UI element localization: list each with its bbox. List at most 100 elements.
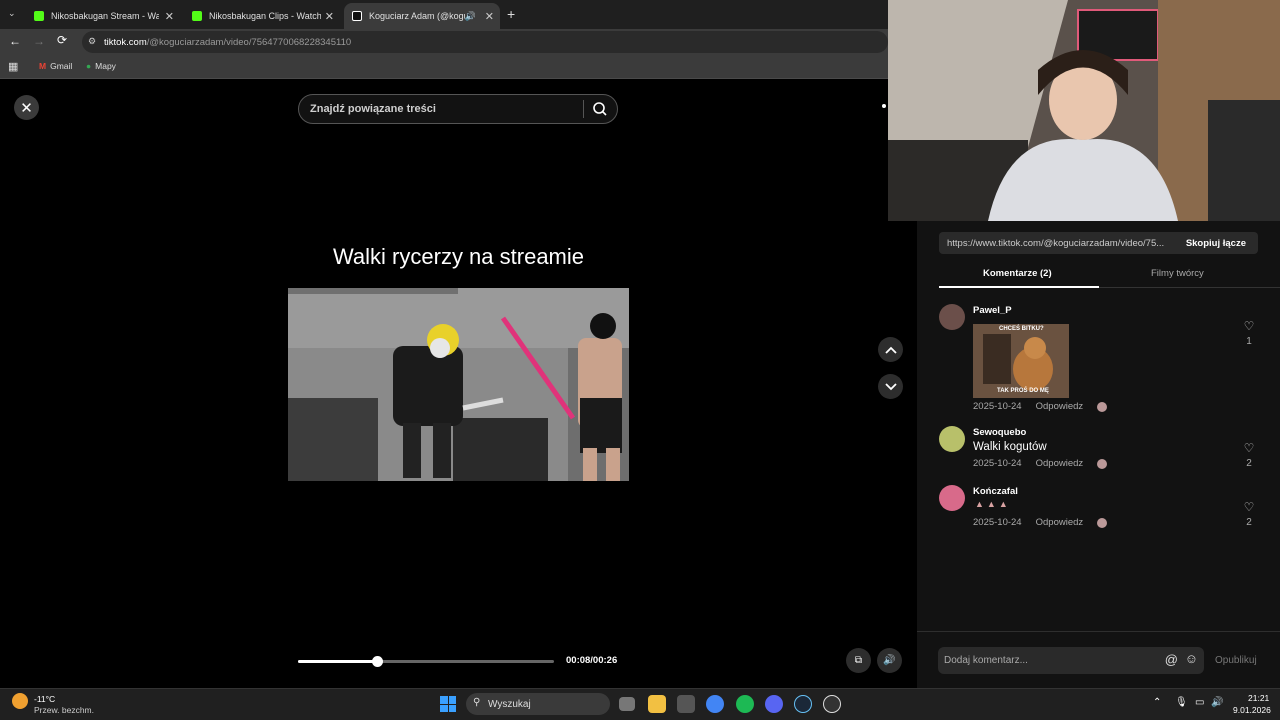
comment-bar-divider <box>917 631 1280 632</box>
webcam-scene-illustration <box>888 0 1280 221</box>
close-tab-icon[interactable]: ✕ <box>325 10 334 23</box>
comment-meta: 2025-10-24 Odpowiedz <box>973 401 1108 412</box>
copy-link-button[interactable]: Skopiuj łącze <box>1186 238 1246 249</box>
creator-avatar-icon <box>1097 517 1108 528</box>
task-view-icon[interactable] <box>619 697 635 711</box>
taskbar-search[interactable]: ⚲ Wyszukaj <box>466 693 610 715</box>
emoji-comment: ▲▲▲ <box>975 499 1011 509</box>
bookmarks-bar: ▦ M Gmail ● Mapy <box>0 55 888 79</box>
like-count: 2 <box>1246 458 1252 469</box>
gmail-icon: M <box>39 61 47 71</box>
comments-panel <box>917 221 1280 688</box>
comment-username[interactable]: Kończafal <box>973 486 1018 497</box>
tab-creator-videos[interactable]: Filmy twórcy <box>1151 268 1204 279</box>
bookmark-maps[interactable]: ● Mapy <box>86 61 116 71</box>
video-link-box: https://www.tiktok.com/@koguciarzadam/vi… <box>939 232 1258 254</box>
playback-time: 00:08/00:26 <box>566 655 618 666</box>
file-explorer-icon[interactable] <box>648 695 666 713</box>
webcam-overlay <box>888 0 1280 221</box>
search-icon: ⚲ <box>473 697 481 708</box>
video-link-text[interactable]: https://www.tiktok.com/@koguciarzadam/vi… <box>947 238 1177 249</box>
spotify-icon[interactable] <box>736 695 754 713</box>
comment-date: 2025-10-24 <box>973 517 1022 528</box>
video-frame <box>288 288 629 481</box>
video-scene-illustration <box>288 288 629 481</box>
like-count: 1 <box>1246 336 1252 347</box>
prev-video-button[interactable] <box>878 337 903 362</box>
chrome-icon[interactable] <box>706 695 724 713</box>
mention-icon[interactable]: @ <box>1165 652 1178 667</box>
clock-time[interactable]: 21:21 <box>1248 693 1269 703</box>
tab-label: Nikosbakugan Clips - Watch Liv <box>209 11 321 21</box>
reply-button[interactable]: Odpowiedz <box>1036 401 1084 412</box>
bookmark-label: Mapy <box>95 61 116 71</box>
tiktok-logo-icon <box>352 11 362 21</box>
avatar[interactable] <box>939 485 965 511</box>
avatar[interactable] <box>939 426 965 452</box>
audio-playing-icon[interactable]: 🔊 <box>465 11 476 22</box>
steam-icon[interactable] <box>794 695 812 713</box>
weather-icon[interactable] <box>12 693 28 709</box>
search-icon[interactable] <box>590 100 610 118</box>
close-tab-icon[interactable]: ✕ <box>485 10 494 23</box>
obs-icon[interactable] <box>823 695 841 713</box>
volume-button[interactable]: 🔊 <box>877 648 902 673</box>
tab-label: Koguciarz Adam (@kogucia <box>369 11 465 21</box>
windows-start-icon[interactable] <box>440 696 456 712</box>
apps-grid-icon[interactable]: ▦ <box>8 60 18 73</box>
network-icon[interactable]: ▭ <box>1195 697 1204 708</box>
clock-date[interactable]: 9.01.2026 <box>1233 705 1271 715</box>
discord-icon[interactable] <box>765 695 783 713</box>
weather-temp: -11°C <box>34 694 56 704</box>
next-video-button[interactable] <box>878 374 903 399</box>
comment-input[interactable]: Dodaj komentarz... @ ☺ <box>938 647 1204 674</box>
forward-icon[interactable]: → <box>33 34 45 48</box>
comment-placeholder: Dodaj komentarz... <box>944 655 1028 666</box>
reload-icon[interactable]: ⟳ <box>57 33 67 47</box>
close-tab-icon[interactable]: ✕ <box>165 10 174 23</box>
comment-text: Walki kogutów <box>973 441 1047 453</box>
close-viewer-button[interactable]: ✕ <box>14 95 39 120</box>
heart-icon[interactable]: ♡ <box>1243 319 1255 333</box>
kick-logo-icon <box>192 11 202 21</box>
comment-username[interactable]: Sewoquebo <box>973 427 1026 438</box>
tab-kick-clips[interactable]: Nikosbakugan Clips - Watch Liv ✕ <box>184 3 340 29</box>
tab-comments[interactable]: Komentarze (2) <box>983 268 1052 279</box>
kick-logo-icon <box>34 11 44 21</box>
heart-icon[interactable]: ♡ <box>1243 441 1255 455</box>
comment-username[interactable]: Pawel_P <box>973 305 1012 316</box>
store-icon[interactable] <box>677 695 695 713</box>
back-icon[interactable]: ← <box>9 34 21 48</box>
like-count: 2 <box>1246 517 1252 528</box>
microphone-icon[interactable]: 🎙 <box>1175 697 1188 708</box>
weather-desc: Przew. bezchm. <box>34 705 94 715</box>
tab-list-chevron-icon[interactable]: ⌄ <box>8 8 16 19</box>
bookmark-gmail[interactable]: M Gmail <box>39 61 72 71</box>
new-tab-icon[interactable]: + <box>507 6 515 22</box>
comment-gif[interactable]: CHCEŚ BITKU? TAK PROŚ DO MĘ <box>973 324 1069 398</box>
more-dot-icon[interactable] <box>882 104 886 108</box>
reply-button[interactable]: Odpowiedz <box>1036 458 1084 469</box>
taskbar-search-placeholder: Wyszukaj <box>488 698 531 710</box>
emoji-icon[interactable]: ☺ <box>1185 651 1198 666</box>
tab-label: Nikosbakugan Stream - Watch L <box>51 11 159 21</box>
tray-chevron-icon[interactable]: ⌃ <box>1153 697 1161 708</box>
tab-kick-stream[interactable]: Nikosbakugan Stream - Watch L ✕ <box>26 3 180 29</box>
related-search-input[interactable]: Znajdź powiązane treści <box>298 94 618 124</box>
maps-pin-icon: ● <box>86 61 92 71</box>
close-icon: ✕ <box>20 99 33 117</box>
reply-button[interactable]: Odpowiedz <box>1036 517 1084 528</box>
comment-meta: 2025-10-24 Odpowiedz <box>973 517 1108 528</box>
tab-tiktok[interactable]: Koguciarz Adam (@kogucia 🔊 ✕ <box>344 3 500 29</box>
heart-icon[interactable]: ♡ <box>1243 500 1255 514</box>
publish-button[interactable]: Opublikuj <box>1215 655 1257 666</box>
chevron-down-icon <box>884 382 897 390</box>
progress-fill <box>298 660 378 663</box>
speaker-icon[interactable]: 🔊 <box>1211 697 1223 708</box>
site-info-icon[interactable]: ⚙ <box>88 36 96 47</box>
bookmark-label: Gmail <box>50 61 73 71</box>
avatar[interactable] <box>939 304 965 330</box>
address-bar[interactable]: ⚙ tiktok.com /@koguciarzadam/video/75647… <box>82 31 888 53</box>
video-caption-title: Walki rycerzy na streamie <box>332 244 584 269</box>
floating-player-button[interactable]: ⧉ <box>846 648 871 673</box>
